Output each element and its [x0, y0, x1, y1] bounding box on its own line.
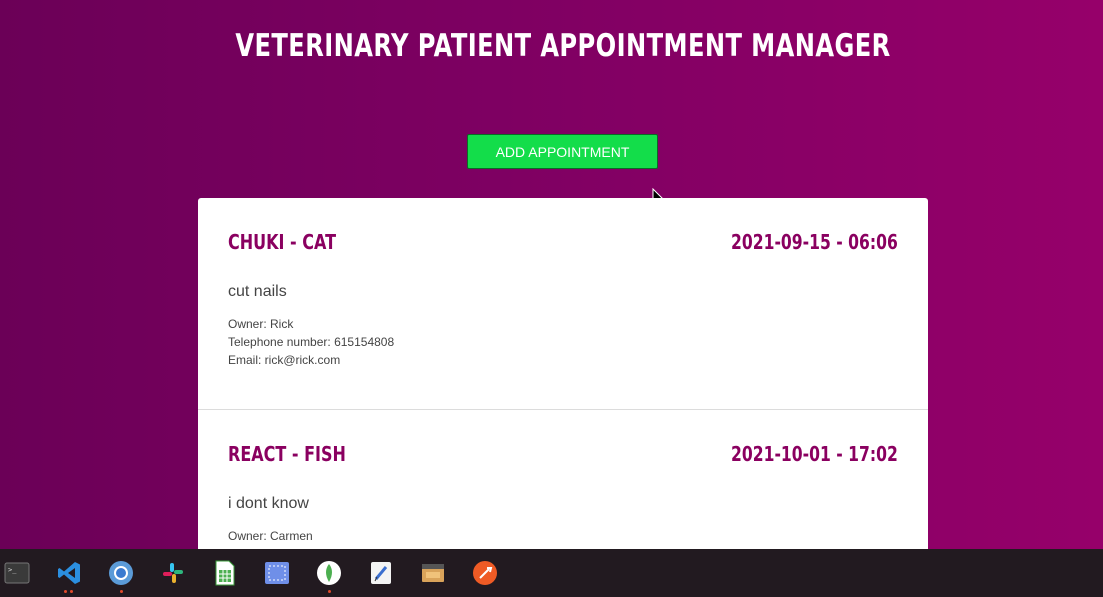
taskbar: >_ [0, 549, 1103, 597]
owner-details: Owner: Rick Telephone number: 615154808 … [228, 315, 898, 369]
running-indicator [120, 590, 123, 593]
page-title: Veterinary Patient Appointment Manager [235, 28, 891, 64]
pet-name: REACT - FISH [228, 442, 346, 466]
appointment-card[interactable]: REACT - FISH 2021-10-01 - 17:02 i dont k… [198, 410, 928, 550]
appointment-card[interactable]: CHUKI - CAT 2021-09-15 - 06:06 cut nails… [198, 198, 928, 410]
running-indicator [70, 590, 73, 593]
pet-name: CHUKI - CAT [228, 230, 337, 254]
chromium-icon[interactable] [108, 560, 134, 586]
slack-icon[interactable] [160, 560, 186, 586]
vscode-icon[interactable] [56, 560, 82, 586]
mongodb-icon[interactable] [316, 560, 342, 586]
appointment-date: 2021-09-15 - 06:06 [731, 230, 898, 254]
appointment-header: CHUKI - CAT 2021-09-15 - 06:06 [228, 228, 898, 256]
symptoms: cut nails [228, 283, 287, 300]
archive-icon[interactable] [420, 560, 446, 586]
symptoms: i dont know [228, 495, 309, 512]
svg-text:>_: >_ [8, 566, 17, 574]
spreadsheet-icon[interactable] [212, 560, 238, 586]
running-indicator [328, 590, 331, 593]
owner-name: Owner: Rick [228, 317, 294, 331]
screenshot-icon[interactable] [264, 560, 290, 586]
appointment-date: 2021-10-01 - 17:02 [731, 442, 898, 466]
owner-name: Owner: Carmen [228, 529, 313, 543]
postman-icon[interactable] [472, 560, 498, 586]
appointment-list: CHUKI - CAT 2021-09-15 - 06:06 cut nails… [198, 198, 928, 550]
owner-email: Email: rick@rick.com [228, 353, 341, 367]
owner-details: Owner: Carmen [228, 527, 898, 545]
text-editor-icon[interactable] [368, 560, 394, 586]
add-appointment-button[interactable]: ADD APPOINTMENT [467, 134, 658, 169]
appointment-header: REACT - FISH 2021-10-01 - 17:02 [228, 440, 898, 468]
running-indicator [64, 590, 67, 593]
owner-phone: Telephone number: 615154808 [228, 335, 395, 349]
terminal-icon[interactable]: >_ [4, 560, 30, 586]
